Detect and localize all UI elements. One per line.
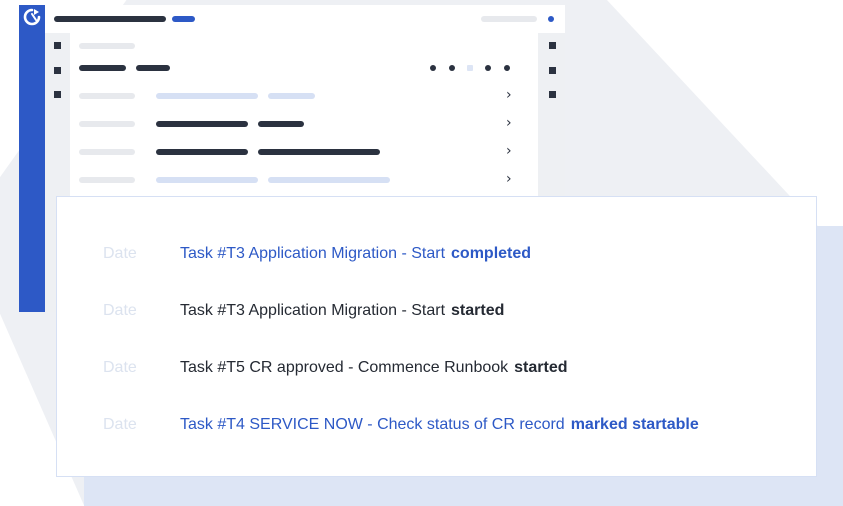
list-item-value-placeholder (258, 121, 304, 127)
rail-settings-icon[interactable] (54, 91, 61, 98)
activity-item: Date Task #T3 Application Migration - St… (57, 242, 818, 266)
toolbar-dot[interactable] (449, 65, 455, 71)
activity-description: Task #T4 SERVICE NOW - Check status of C… (180, 416, 565, 433)
toolbar-dot[interactable] (430, 65, 436, 71)
toolbar-dot[interactable] (504, 65, 510, 71)
list-item[interactable]: › (70, 166, 538, 194)
list-item-value-placeholder (156, 149, 248, 155)
activity-status: started (514, 359, 568, 376)
page-subtitle-placeholder (136, 65, 170, 71)
activity-item: Date Task #T5 CR approved - Commence Run… (57, 356, 818, 380)
list-item-value-placeholder (268, 177, 390, 183)
activity-status: started (451, 302, 505, 319)
user-menu-placeholder[interactable] (481, 16, 537, 22)
activity-feed-card: Date Task #T3 Application Migration - St… (56, 196, 817, 477)
list-item[interactable]: › (70, 110, 538, 138)
list-item-label-placeholder (79, 177, 135, 183)
chevron-right-icon[interactable]: › (506, 115, 512, 131)
list-item-label-placeholder (79, 149, 135, 155)
rail-menu-icon[interactable] (54, 42, 61, 49)
list-item[interactable]: › (70, 82, 538, 110)
list-item-label-placeholder (79, 93, 135, 99)
list-item-value-placeholder (258, 149, 380, 155)
activity-description: Task #T3 Application Migration - Start (180, 302, 446, 319)
app-sidebar (19, 5, 45, 312)
app-title-badge-placeholder (172, 16, 195, 22)
activity-item: Date Task #T3 Application Migration - St… (57, 299, 818, 323)
list-item-value-placeholder (156, 177, 258, 183)
list-item-value-placeholder (156, 93, 258, 99)
toolbar-row (70, 54, 538, 82)
activity-item: Date Task #T4 SERVICE NOW - Check status… (57, 413, 818, 437)
list-item-label-placeholder (79, 121, 135, 127)
toolbar-dot[interactable] (467, 65, 473, 71)
activity-description: Task #T3 Application Migration - Start (180, 245, 446, 262)
activity-date: Date (103, 359, 137, 376)
rail-menu-icon[interactable] (549, 42, 556, 49)
chevron-right-icon[interactable]: › (506, 143, 512, 159)
page-title-placeholder (79, 65, 126, 71)
activity-date: Date (103, 416, 137, 433)
notification-dot[interactable] (548, 16, 554, 22)
rail-settings-icon[interactable] (549, 91, 556, 98)
list-item[interactable]: › (70, 138, 538, 166)
list-item-value-placeholder (156, 121, 248, 127)
rail-list-icon[interactable] (54, 67, 61, 74)
toolbar-dot[interactable] (485, 65, 491, 71)
activity-text[interactable]: Task #T5 CR approved - Commence Runbook s… (180, 356, 568, 380)
activity-text[interactable]: Task #T4 SERVICE NOW - Check status of C… (180, 413, 699, 437)
app-topbar (45, 5, 565, 33)
rail-list-icon[interactable] (549, 67, 556, 74)
activity-date: Date (103, 245, 137, 262)
app-title-placeholder (54, 16, 166, 22)
breadcrumb-bar (79, 43, 135, 49)
chevron-right-icon[interactable]: › (506, 171, 512, 187)
activity-date: Date (103, 302, 137, 319)
activity-description: Task #T5 CR approved - Commence Runbook (180, 359, 509, 376)
chevron-right-icon[interactable]: › (506, 87, 512, 103)
activity-text[interactable]: Task #T3 Application Migration - Start st… (180, 299, 504, 323)
activity-status: completed (451, 245, 532, 262)
refresh-logo-icon[interactable] (23, 8, 41, 26)
activity-status: marked startable (570, 416, 699, 433)
list-item-value-placeholder (268, 93, 315, 99)
activity-text[interactable]: Task #T3 Application Migration - Start co… (180, 242, 531, 266)
